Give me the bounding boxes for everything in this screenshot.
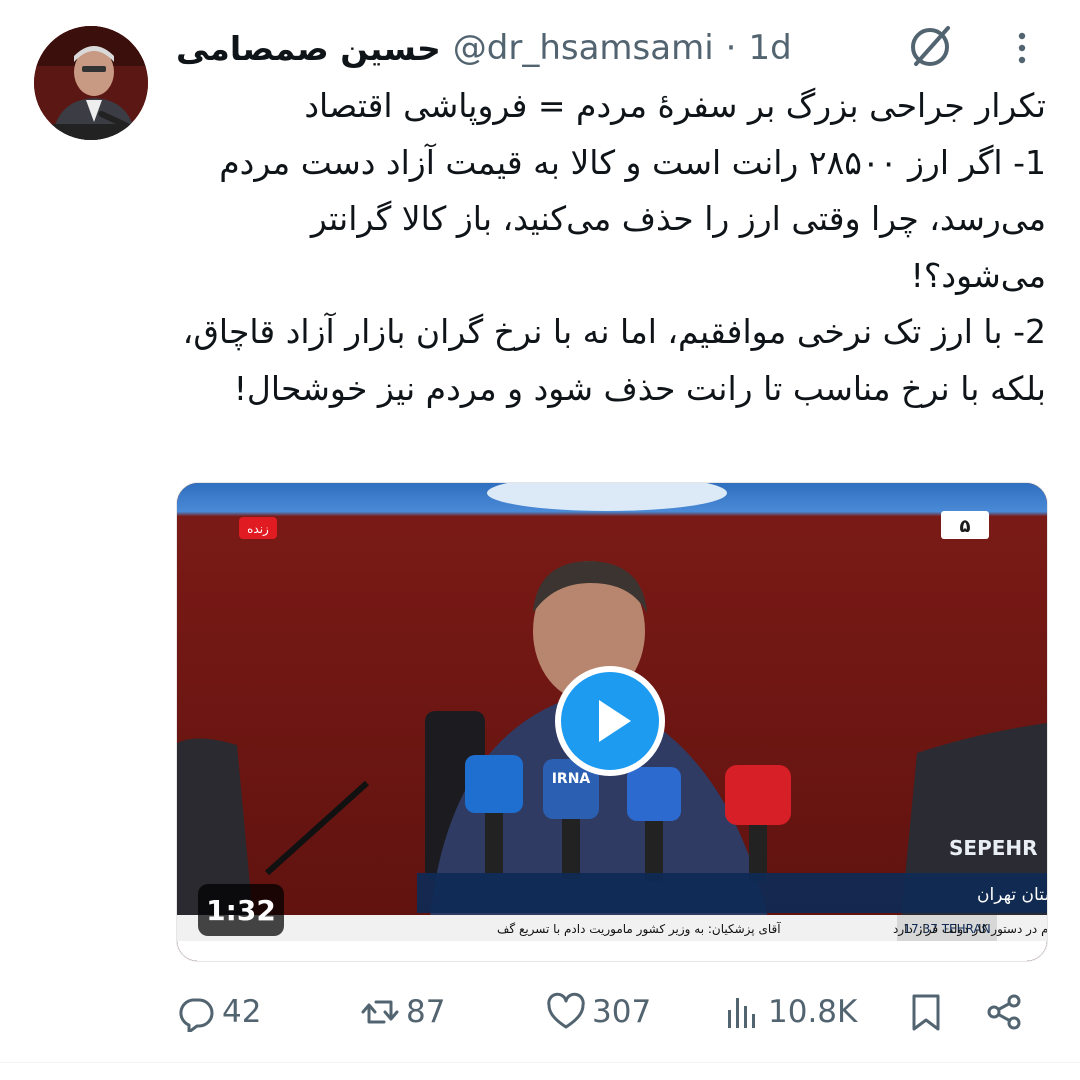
like-button[interactable]: 307 (546, 984, 651, 1040)
views-button[interactable]: 10.8K (722, 984, 857, 1040)
tweet-header: حسین صمصامی @dr_hsamsami · 1d (176, 26, 792, 70)
share-button[interactable] (984, 984, 1024, 1040)
tweet-time[interactable]: 1d (748, 28, 791, 68)
reply-icon (179, 998, 214, 1032)
share-icon (987, 994, 1021, 1030)
ticker-right: و حفظ قدرت خرید مردم در دستور کار دولت ق… (893, 922, 1047, 937)
more-icon[interactable] (1010, 28, 1034, 68)
like-icon (547, 992, 585, 1029)
repost-count: 87 (406, 994, 446, 1030)
channel-logo: ۵ (960, 516, 971, 537)
action-bar: 42 87 307 10.8K (0, 984, 1080, 1040)
tweet-line-3: 2- با ارز تک نرخی موافقیم، اما نه با نرخ… (182, 312, 1046, 408)
like-count: 307 (592, 994, 652, 1030)
video-duration: 1:32 (198, 884, 284, 936)
play-icon (599, 700, 631, 742)
author-handle[interactable]: @dr_hsamsami (453, 28, 714, 68)
views-icon (728, 998, 755, 1028)
header-separator: · (725, 28, 737, 68)
ticker-left: آقای پزشکیان: به وزیر کشور ماموریت دادم … (497, 921, 781, 937)
tweet-line-2: 1- اگر ارز ۲۸۵۰۰ رانت است و کالا به قیمت… (219, 142, 1046, 295)
tweet-line-1: تکرار جراحی بزرگ بر سفرهٔ مردم = فروپاشی… (304, 86, 1046, 125)
grok-icon[interactable] (904, 20, 956, 72)
reply-count: 42 (222, 994, 262, 1030)
mic-label-irna: IRNA (552, 771, 591, 787)
bookmark-icon (912, 994, 940, 1031)
live-badge: زنده (247, 522, 269, 537)
bookmark-button[interactable] (906, 984, 946, 1040)
divider (0, 1062, 1080, 1063)
repost-icon (361, 1000, 399, 1024)
avatar-image (34, 26, 148, 140)
author-name[interactable]: حسین صمصامی (176, 29, 441, 68)
tweet-text: تکرار جراحی بزرگ بر سفرهٔ مردم = فروپاشی… (176, 78, 1046, 417)
repost-button[interactable]: 87 (360, 984, 445, 1040)
reply-button[interactable]: 42 (176, 984, 261, 1040)
views-count: 10.8K (768, 994, 858, 1030)
sepehr-watermark: SEPEHR (949, 836, 1038, 860)
avatar[interactable] (34, 26, 148, 140)
play-button[interactable] (555, 666, 665, 776)
video-caption: جمع‌بندی سفر معاون اجرایی رئیس جمهور به … (977, 885, 1047, 905)
